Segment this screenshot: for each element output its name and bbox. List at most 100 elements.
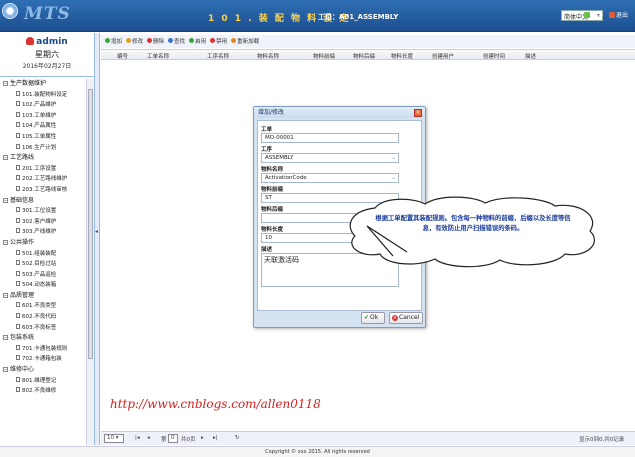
prefix-label: 物料前缀 <box>261 187 284 193</box>
cancel-button[interactable]: × Cancel <box>389 312 423 324</box>
footer: Copyright © xxx 2015. All rights reserve… <box>0 446 635 457</box>
tree-group[interactable]: − 包装系统 <box>0 333 86 344</box>
collapse-icon[interactable]: − <box>3 335 8 341</box>
collapse-icon[interactable]: − <box>3 155 8 161</box>
column-header[interactable]: 工序名称 <box>207 52 229 60</box>
process-value: ASSEMBLY <box>265 155 294 161</box>
column-header[interactable]: 物料长度 <box>391 52 413 60</box>
exit-label: 退出 <box>616 12 629 19</box>
toolbar-button-delete[interactable]: 删除 <box>147 37 164 45</box>
ok-label: Ok <box>370 314 379 321</box>
tree-group[interactable]: − 品质管理 <box>0 291 86 302</box>
pager: 10 ▾ |◂ ◂ 第 0 共0页 ▸ ▸| ↻ 显示0到0,共0记录 <box>101 431 635 445</box>
tree-item[interactable]: 202.工艺路线维护 <box>0 174 86 185</box>
tree-item-label: 102.产品维护 <box>22 102 57 109</box>
tree-item[interactable]: 502.目检过站 <box>0 259 86 270</box>
tree-item[interactable]: 503.产品返检 <box>0 270 86 281</box>
toolbar-button-enable[interactable]: 启用 <box>189 37 206 45</box>
refresh-icon[interactable]: ↻ <box>235 435 240 441</box>
check-icon: ✔ <box>364 314 370 321</box>
column-header[interactable]: 创建用户 <box>432 52 454 60</box>
next-page-button[interactable]: ▸ <box>201 435 204 441</box>
column-header[interactable]: 物料前缀 <box>313 52 335 60</box>
collapse-icon[interactable]: − <box>3 367 8 373</box>
tree-group[interactable]: − 维修中心 <box>0 365 86 376</box>
tree-scrollbar[interactable] <box>86 79 94 445</box>
page-icon <box>16 376 20 382</box>
ok-button[interactable]: ✔Ok <box>361 312 385 324</box>
tree-item[interactable]: 104.产品属性 <box>0 121 86 132</box>
tree-item[interactable]: 203.工艺路线审核 <box>0 185 86 196</box>
page-input[interactable]: 0 <box>168 434 178 443</box>
page-icon <box>16 101 20 107</box>
tree-item[interactable]: 101.装配物料设定 <box>0 90 86 101</box>
prev-page-button[interactable]: ◂ <box>147 435 150 441</box>
page-icon <box>16 302 20 308</box>
column-header[interactable]: 编号 <box>117 52 128 60</box>
tree-item[interactable]: 602.不良代码 <box>0 312 86 323</box>
page-icon <box>16 122 20 128</box>
tree-item[interactable]: 301.工位设置 <box>0 206 86 217</box>
process-select[interactable]: ASSEMBLY ⌄ <box>261 153 399 163</box>
tree-item-label: 602.不良代码 <box>22 314 57 321</box>
page-icon <box>16 143 20 149</box>
tree-group[interactable]: − 工艺路线 <box>0 153 86 164</box>
current-date: 2016年02月27日 <box>22 63 72 70</box>
tree-item[interactable]: 601.不良类型 <box>0 301 86 312</box>
tree-item[interactable]: 501.组装装配 <box>0 249 86 260</box>
tree-item-label: 702.卡通箱包装 <box>22 356 62 363</box>
column-header[interactable]: 工单名称 <box>147 52 169 60</box>
tree-item[interactable]: 603.不良标签 <box>0 323 86 334</box>
tree-group[interactable]: − 生产数据维护 <box>0 79 86 90</box>
workorder-field[interactable]: MO-00001 <box>261 133 399 143</box>
tree-item[interactable]: 303.产线维护 <box>0 227 86 238</box>
tree-item[interactable]: 105.工单属性 <box>0 132 86 143</box>
tree-item[interactable]: 802.不良维修 <box>0 386 86 397</box>
last-page-button[interactable]: ▸| <box>213 435 218 441</box>
tree-item-label: 303.产线维护 <box>22 229 57 236</box>
column-header[interactable]: 描述 <box>525 52 536 60</box>
toolbar-button-add[interactable]: 增加 <box>105 37 122 45</box>
collapse-icon[interactable]: − <box>3 239 8 245</box>
column-header[interactable]: 创建时间 <box>483 52 505 60</box>
collapse-icon[interactable]: − <box>3 292 8 298</box>
app-logo: MTS <box>24 4 71 24</box>
column-header[interactable]: 物料名称 <box>257 52 279 60</box>
material-select[interactable]: ActivationCode ⌄ <box>261 173 399 183</box>
tree-item[interactable]: 504.动态装箱 <box>0 280 86 291</box>
toolbar-button-disable[interactable]: 禁用 <box>210 37 227 45</box>
close-icon[interactable]: × <box>414 109 422 117</box>
tree-group-label: 维修中心 <box>10 366 35 374</box>
workorder-value: MO-00001 <box>265 135 294 141</box>
tree-item[interactable]: 201.工序设置 <box>0 164 86 175</box>
collapse-arrow-icon[interactable]: ◂ <box>95 228 98 235</box>
watermark-url: http://www.cnblogs.com/allen0118 <box>110 397 321 411</box>
tree-item[interactable]: 701.卡通包装规则 <box>0 344 86 355</box>
tree-item[interactable]: 102.产品维护 <box>0 100 86 111</box>
fullscreen-button[interactable]: 全屏 <box>584 10 603 19</box>
toolbar-button-edit[interactable]: 修改 <box>126 37 143 45</box>
tree-group[interactable]: − 公共操作 <box>0 238 86 249</box>
tree-item[interactable]: 801.维理登记 <box>0 376 86 387</box>
pager-summary: 显示0到0,共0记录 <box>579 437 625 443</box>
page-icon <box>16 260 20 266</box>
tree-group[interactable]: − 基础信息 <box>0 196 86 207</box>
exit-icon <box>609 12 615 18</box>
tree-item[interactable]: 103.工单维护 <box>0 111 86 122</box>
tree-item[interactable]: 106.生产计划 <box>0 143 86 154</box>
collapse-icon[interactable]: − <box>3 81 8 86</box>
toolbar-button-search[interactable]: 查找 <box>168 37 185 45</box>
cancel-icon: × <box>392 315 398 321</box>
toolbar-button-reload[interactable]: 重新加载 <box>231 37 259 45</box>
page-size-select[interactable]: 10 ▾ <box>104 434 124 443</box>
tree-item[interactable]: 702.卡通箱包装 <box>0 354 86 365</box>
tree-item[interactable]: 302.客户维护 <box>0 217 86 228</box>
collapse-icon[interactable]: − <box>3 197 8 203</box>
exit-button[interactable]: 退出 <box>609 10 628 19</box>
scrollbar-thumb[interactable] <box>88 89 93 359</box>
panel-splitter[interactable]: ◂ <box>95 33 100 445</box>
first-page-button[interactable]: |◂ <box>135 435 140 441</box>
column-header[interactable]: 物料后缀 <box>353 52 375 60</box>
tree-item-label: 801.维理登记 <box>22 377 57 384</box>
toolbar-button-label: 查找 <box>174 39 186 45</box>
